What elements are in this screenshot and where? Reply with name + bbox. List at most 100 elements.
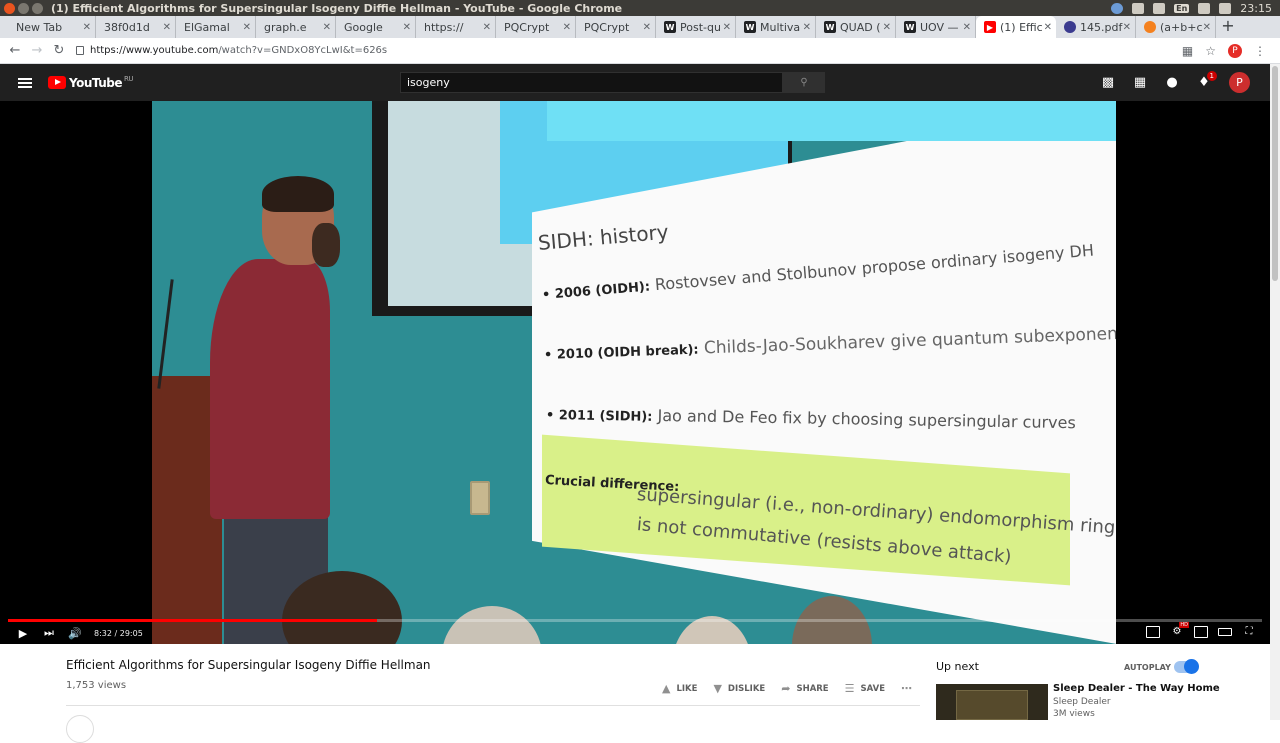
battery-icon[interactable] (1219, 2, 1232, 14)
more-actions-button[interactable]: ⋯ (901, 682, 912, 695)
next-video-title[interactable]: Sleep Dealer - The Way Home (1053, 683, 1220, 694)
profile-avatar[interactable]: P (1228, 43, 1242, 58)
tab-close-icon[interactable]: ✕ (1203, 22, 1211, 33)
browser-tab[interactable]: ElGamal ✕ (176, 16, 256, 38)
browser-tab[interactable]: PQCrypt ✕ (576, 16, 656, 38)
tab-close-icon[interactable]: ✕ (323, 22, 331, 33)
tab-title: 145.pdf (1080, 20, 1123, 34)
new-tab-plus-icon[interactable]: + (1216, 16, 1240, 38)
system-tray: En 23:15 (1111, 2, 1272, 15)
browser-tab[interactable]: W QUAD (✕ (816, 16, 896, 38)
miniplayer-icon[interactable] (1194, 626, 1208, 638)
tab-close-icon[interactable]: ✕ (163, 22, 171, 33)
browser-tab[interactable]: W Multiva ✕ (736, 16, 816, 38)
page-scrollbar[interactable] (1270, 64, 1280, 720)
next-video-channel[interactable]: Sleep Dealer (1053, 697, 1111, 707)
lock-icon[interactable] (76, 46, 84, 55)
clock[interactable]: 23:15 (1240, 2, 1272, 15)
forward-arrow-icon[interactable]: → (26, 43, 48, 58)
thumbs-up-icon: ▲ (662, 682, 671, 695)
tab-close-icon[interactable]: ✕ (83, 22, 91, 33)
next-video-thumbnail[interactable] (936, 684, 1048, 720)
video-player[interactable]: SIDH: history • 2006 (OIDH): Rostovsev a… (0, 101, 1270, 644)
search-button[interactable]: ⚲ (783, 72, 825, 93)
autoplay-toggle[interactable] (1174, 659, 1199, 674)
tab-title: Google (344, 20, 383, 34)
browser-tab[interactable]: New Tab ✕ (0, 16, 96, 38)
tab-close-icon[interactable]: ✕ (803, 22, 811, 33)
os-title-bar: (1) Efficient Algorithms for Supersingul… (0, 0, 1280, 16)
browser-tab[interactable]: (a+b+c+✕ (1136, 16, 1216, 38)
slide-header-band (547, 101, 1116, 141)
view-count: 1,753 views (66, 680, 127, 691)
youtube-logo[interactable]: YouTube RU (48, 74, 134, 90)
keyboard-layout-indicator[interactable]: En (1174, 3, 1190, 13)
video-title: Efficient Algorithms for Supersingular I… (66, 658, 431, 672)
slack-icon[interactable] (1132, 2, 1145, 14)
tab-close-icon[interactable]: ✕ (243, 22, 251, 33)
tab-close-icon[interactable]: ✕ (563, 22, 571, 33)
tab-close-icon[interactable]: ✕ (723, 22, 731, 33)
next-video-icon[interactable]: ⏭ (42, 626, 56, 640)
browser-tab[interactable]: 145.pdf ✕ (1056, 16, 1136, 38)
hamburger-menu-icon[interactable] (18, 77, 32, 88)
dislike-button[interactable]: ▼ DISLIKE (713, 682, 765, 695)
search-input[interactable]: isogeny (400, 72, 783, 93)
youtube-favicon-icon: ▶ (984, 21, 996, 33)
tab-close-icon[interactable]: ✕ (483, 22, 491, 33)
save-button[interactable]: ☰ SAVE (845, 682, 885, 695)
browser-tab[interactable]: PQCrypt ✕ (496, 16, 576, 38)
volume-icon[interactable]: 🔊 (68, 626, 82, 640)
tab-close-icon[interactable]: ✕ (1123, 22, 1131, 33)
apps-grid-icon[interactable]: ▦ (1133, 75, 1147, 90)
search-bar: isogeny ⚲ (400, 72, 825, 93)
next-video-views: 3M views (1053, 709, 1095, 719)
account-avatar[interactable]: P (1229, 72, 1250, 93)
browser-tab[interactable]: https:// ✕ (416, 16, 496, 38)
settings-gear-icon[interactable]: ⚙ HD (1170, 622, 1189, 638)
address-bar[interactable]: https://www.youtube.com/watch?v=GNDxO8Yc… (76, 41, 1174, 61)
like-button[interactable]: ▲ LIKE (662, 682, 697, 695)
messages-icon[interactable]: ● (1165, 75, 1179, 90)
browser-tab[interactable]: Google ✕ (336, 16, 416, 38)
create-video-icon[interactable]: ▩ (1101, 75, 1115, 90)
share-button[interactable]: ➦ SHARE (781, 682, 828, 695)
captions-icon[interactable] (1146, 626, 1160, 638)
wifi-icon[interactable] (1153, 2, 1166, 14)
tab-title: QUAD ( (840, 20, 881, 34)
menu-kebab-icon[interactable]: ⋮ (1254, 44, 1266, 58)
network-manager-icon[interactable] (1111, 2, 1124, 14)
browser-tab[interactable]: W Post-qu ✕ (656, 16, 736, 38)
fullscreen-icon[interactable]: ⛶ (1242, 626, 1256, 638)
tab-close-icon[interactable]: ✕ (403, 22, 411, 33)
back-arrow-icon[interactable]: ← (4, 43, 26, 58)
divider (66, 705, 920, 706)
notifications-bell-icon[interactable]: ♦ 1 (1197, 70, 1217, 90)
theater-mode-icon[interactable] (1218, 628, 1232, 636)
browser-tab-active[interactable]: ▶ (1) Effic ✕ (976, 16, 1056, 38)
translate-icon[interactable]: ▦ (1182, 44, 1193, 58)
window-close-button[interactable] (4, 2, 15, 14)
W-favicon-icon: W (904, 21, 916, 33)
tab-close-icon[interactable]: ✕ (963, 22, 971, 33)
tab-close-icon[interactable]: ✕ (883, 22, 891, 33)
tab-title: PQCrypt (584, 20, 630, 34)
browser-tab[interactable]: graph.e ✕ (256, 16, 336, 38)
scrollbar-thumb[interactable] (1272, 66, 1278, 281)
tab-title: UOV — (920, 20, 959, 34)
play-icon[interactable]: ▶ (16, 626, 30, 640)
channel-avatar[interactable] (66, 715, 94, 743)
region-code: RU (124, 74, 134, 83)
share-arrow-icon: ➦ (781, 682, 791, 695)
tab-close-icon[interactable]: ✕ (1044, 22, 1052, 33)
browser-tab[interactable]: 38f0d1d ✕ (96, 16, 176, 38)
bookmark-star-icon[interactable]: ☆ (1205, 44, 1216, 58)
reload-icon[interactable]: ↻ (48, 43, 70, 58)
thumbs-down-icon: ▼ (713, 682, 722, 695)
browser-tab[interactable]: W UOV — ✕ (896, 16, 976, 38)
tab-close-icon[interactable]: ✕ (643, 22, 651, 33)
tab-title: Post-qu (680, 20, 721, 34)
window-maximize-button[interactable] (32, 2, 43, 14)
bluetooth-icon[interactable] (1198, 2, 1211, 14)
window-minimize-button[interactable] (18, 2, 29, 14)
